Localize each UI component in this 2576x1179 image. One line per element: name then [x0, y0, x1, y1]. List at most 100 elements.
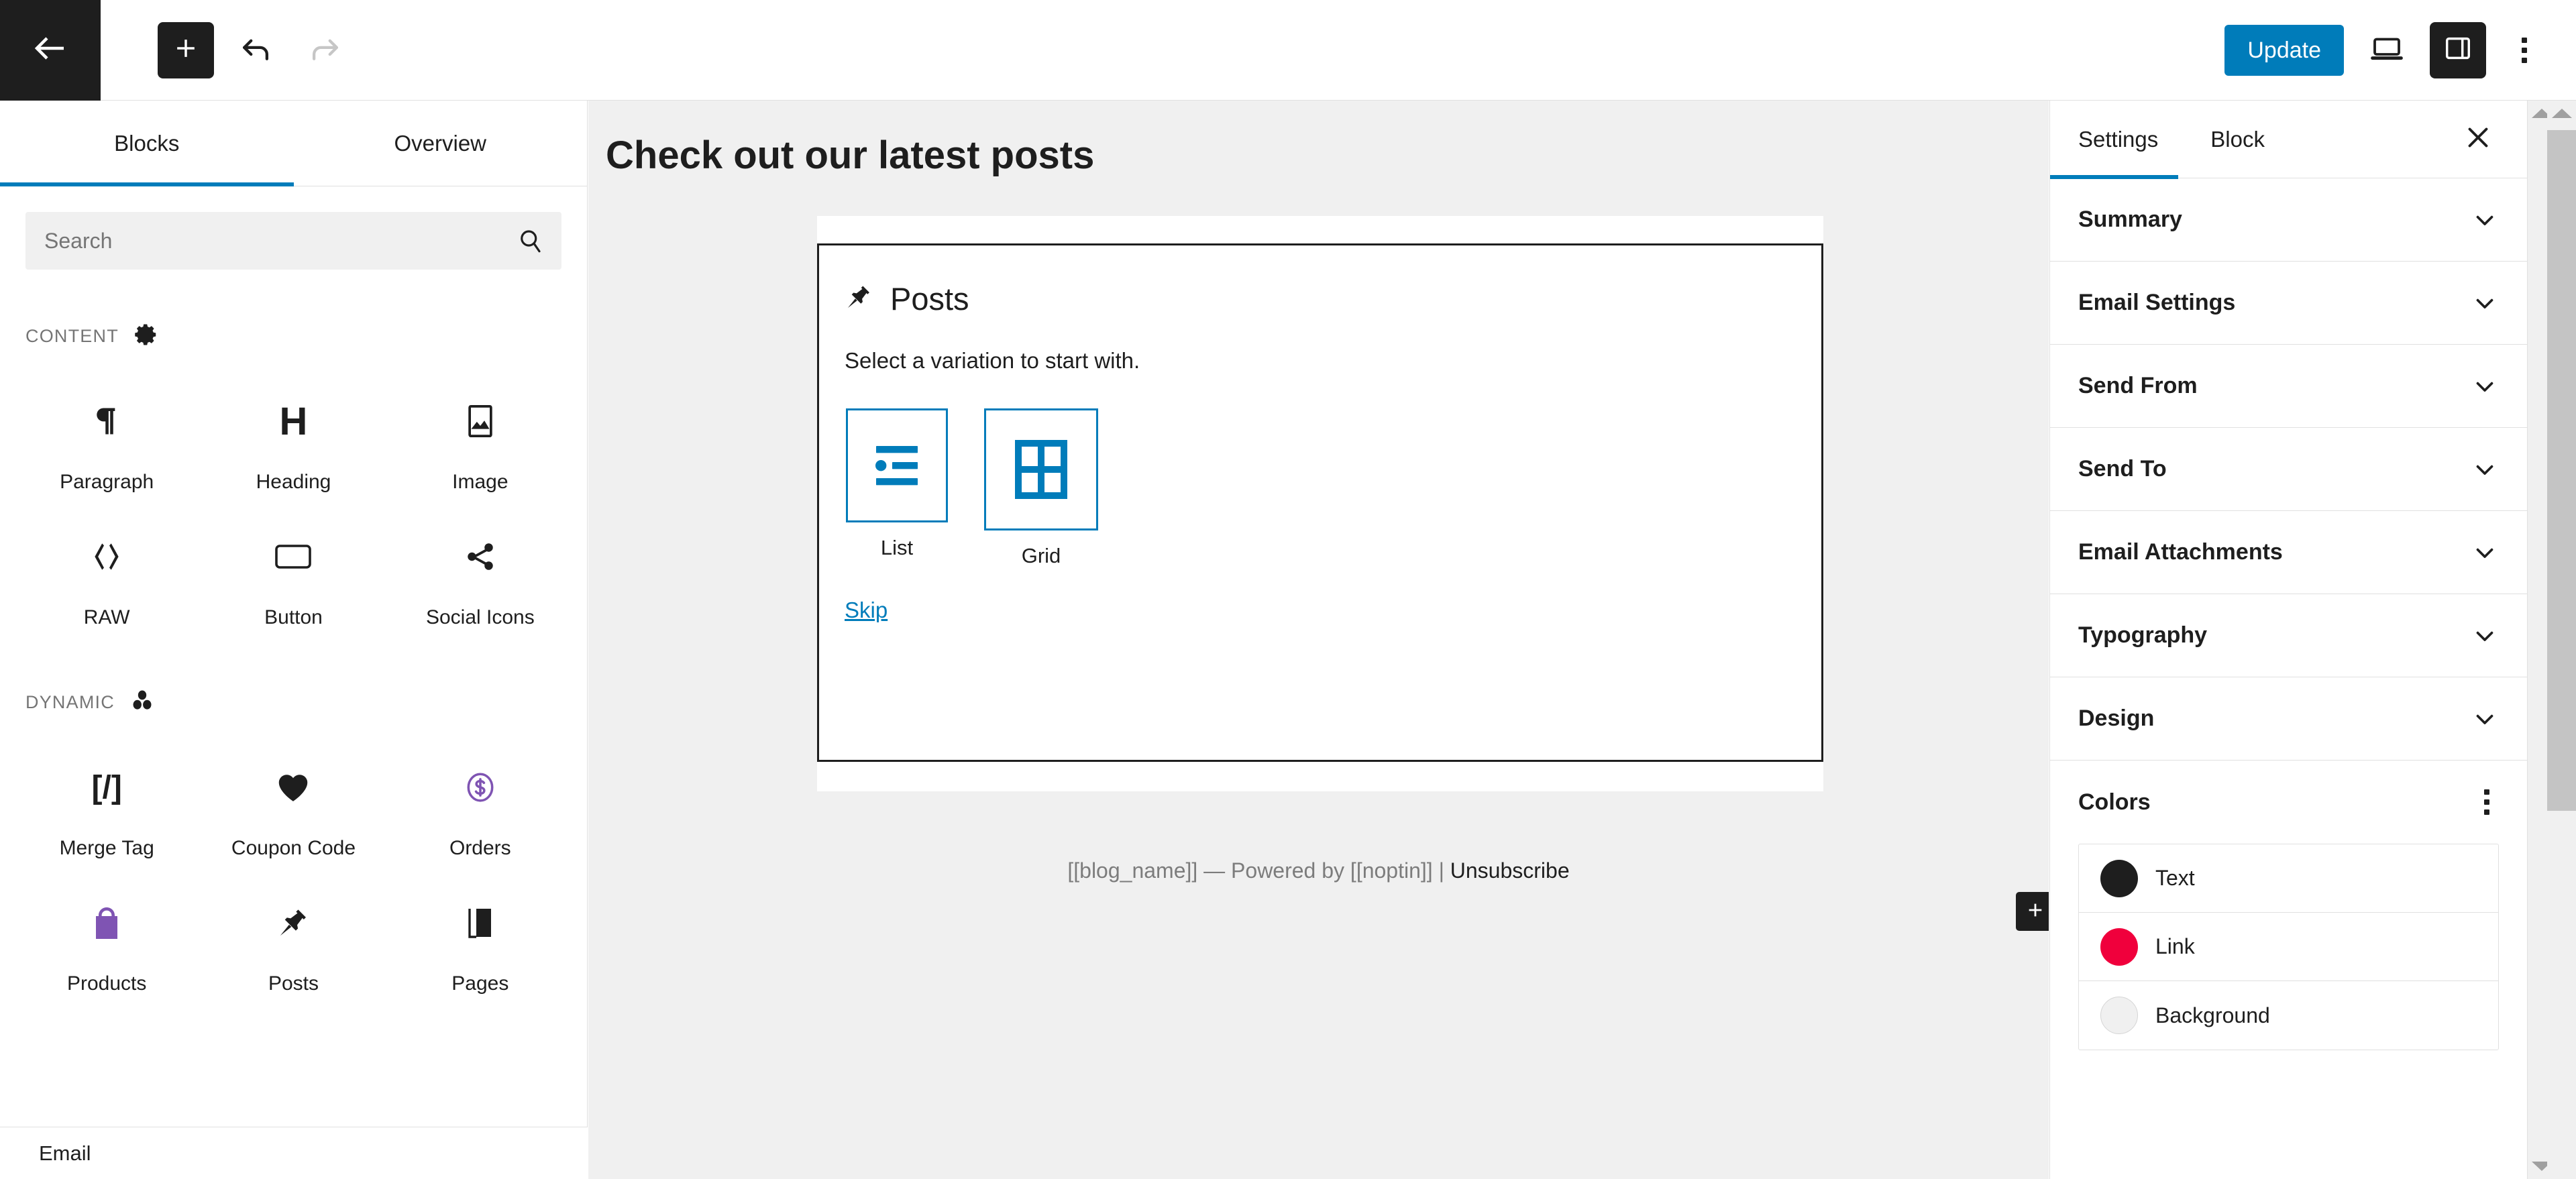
section-label: Design	[2078, 706, 2155, 731]
editor-body: Blocks Overview CONTENT	[0, 101, 2576, 1179]
image-icon	[464, 389, 497, 453]
back-button[interactable]	[0, 0, 101, 101]
kebab-menu-icon	[2522, 37, 2527, 43]
email-canvas: Check out our latest posts Posts Select …	[588, 101, 2049, 1179]
category-label: DYNAMIC	[25, 691, 115, 712]
colors-options-button[interactable]	[2475, 783, 2499, 822]
color-label: Text	[2155, 866, 2195, 890]
kebab-menu-icon	[2484, 789, 2489, 795]
section-summary[interactable]: Summary	[2050, 178, 2527, 262]
block-label: Coupon Code	[231, 837, 356, 859]
section-label: Typography	[2078, 622, 2208, 648]
block-item-coupon-code[interactable]: Coupon Code	[200, 735, 386, 871]
share-icon	[464, 524, 497, 589]
add-block-button[interactable]	[158, 21, 214, 78]
block-grid-dynamic: [/] Merge Tag Coupon Code Orders Product…	[0, 735, 587, 1006]
posts-block-header: Posts	[819, 245, 1821, 317]
skip-link[interactable]: Skip	[819, 568, 888, 623]
grid-variation-icon	[984, 408, 1098, 530]
block-item-heading[interactable]: H Heading	[200, 369, 386, 504]
block-item-button[interactable]: Button	[200, 504, 386, 640]
block-label: Button	[264, 606, 323, 628]
chevron-down-icon	[2471, 539, 2499, 567]
posts-block-selected[interactable]: Posts Select a variation to start with. …	[817, 243, 1823, 762]
block-label: Heading	[256, 471, 331, 493]
undo-button[interactable]	[227, 22, 284, 78]
chevron-down-icon	[2471, 455, 2499, 484]
tab-block[interactable]: Block	[2210, 101, 2265, 178]
chevron-down-icon	[2471, 206, 2499, 234]
close-sidebar-button[interactable]	[2460, 121, 2496, 158]
block-label: Orders	[449, 837, 511, 859]
shopping-bag-icon	[91, 891, 122, 955]
block-item-pages[interactable]: Pages	[387, 871, 574, 1006]
block-item-orders[interactable]: Orders	[387, 735, 574, 871]
color-row-link[interactable]: Link	[2079, 913, 2498, 981]
variation-list[interactable]: List	[846, 408, 948, 560]
section-email-attachments[interactable]: Email Attachments	[2050, 511, 2527, 594]
more-options-button[interactable]	[2501, 22, 2548, 78]
arrow-up-icon[interactable]	[2551, 109, 2572, 118]
section-label: Email Settings	[2078, 290, 2236, 315]
pin-icon	[845, 283, 873, 315]
block-item-image[interactable]: Image	[387, 369, 574, 504]
variation-picker: List Grid	[819, 374, 1821, 568]
email-footer-text: [[blog_name]] — Powered by [[noptin]] |	[1067, 858, 1450, 883]
undo-icon	[237, 30, 274, 70]
colors-section: Colors Text Link Background	[2050, 761, 2527, 1050]
kebab-menu-icon	[2522, 57, 2527, 63]
block-inserter-panel: Blocks Overview CONTENT	[0, 101, 588, 1127]
section-send-from[interactable]: Send From	[2050, 345, 2527, 428]
color-row-text[interactable]: Text	[2079, 844, 2498, 913]
block-label: RAW	[83, 606, 130, 628]
colors-header: Colors	[2078, 761, 2499, 844]
section-send-to[interactable]: Send To	[2050, 428, 2527, 511]
kebab-menu-icon	[2522, 47, 2527, 53]
color-swatch	[2100, 997, 2138, 1034]
heart-icon	[276, 755, 310, 820]
update-button[interactable]: Update	[2224, 24, 2344, 76]
kebab-menu-icon	[2484, 799, 2489, 805]
section-typography[interactable]: Typography	[2050, 594, 2527, 677]
settings-sidebar-toggle[interactable]	[2430, 21, 2486, 78]
block-item-paragraph[interactable]: Paragraph	[13, 369, 200, 504]
list-variation-icon	[846, 408, 948, 522]
search-icon	[516, 227, 544, 255]
plus-icon	[171, 34, 201, 66]
pilcrow-icon	[89, 389, 124, 453]
section-email-settings[interactable]: Email Settings	[2050, 262, 2527, 345]
email-footer: [[blog_name]] — Powered by [[noptin]] | …	[588, 858, 2049, 883]
search-field[interactable]	[25, 212, 561, 270]
chevron-down-icon	[2471, 705, 2499, 733]
color-row-background[interactable]: Background	[2079, 981, 2498, 1050]
block-item-posts[interactable]: Posts	[200, 871, 386, 1006]
kebab-menu-icon	[2484, 809, 2489, 815]
tab-settings[interactable]: Settings	[2050, 101, 2179, 179]
block-item-merge-tag[interactable]: [/] Merge Tag	[13, 735, 200, 871]
block-item-raw[interactable]: RAW	[13, 504, 200, 640]
preview-button[interactable]	[2359, 22, 2415, 78]
page-scrollbar[interactable]	[2547, 101, 2576, 1179]
block-item-social-icons[interactable]: Social Icons	[387, 504, 574, 640]
section-label: Send To	[2078, 456, 2167, 482]
unsubscribe-link[interactable]: Unsubscribe	[1450, 858, 1570, 883]
tab-overview[interactable]: Overview	[294, 101, 588, 186]
colors-label: Colors	[2078, 789, 2151, 815]
section-design[interactable]: Design	[2050, 677, 2527, 761]
color-label: Background	[2155, 1003, 2270, 1027]
scrollbar-thumb[interactable]	[2547, 130, 2576, 811]
tab-blocks[interactable]: Blocks	[0, 101, 294, 186]
block-label: Pages	[451, 972, 509, 995]
search-input[interactable]	[25, 212, 561, 270]
pages-icon	[465, 891, 496, 955]
block-item-products[interactable]: Products	[13, 871, 200, 1006]
inserter-tabs: Blocks Overview	[0, 101, 587, 186]
category-header-content: CONTENT	[0, 322, 587, 350]
block-label: Image	[452, 471, 508, 493]
color-label: Link	[2155, 934, 2195, 958]
canvas-add-block-button[interactable]	[2016, 892, 2049, 931]
settings-panel-icon	[2443, 33, 2473, 67]
redo-button[interactable]	[297, 22, 354, 78]
variation-grid[interactable]: Grid	[984, 408, 1098, 568]
desktop-preview-icon	[2369, 30, 2405, 70]
